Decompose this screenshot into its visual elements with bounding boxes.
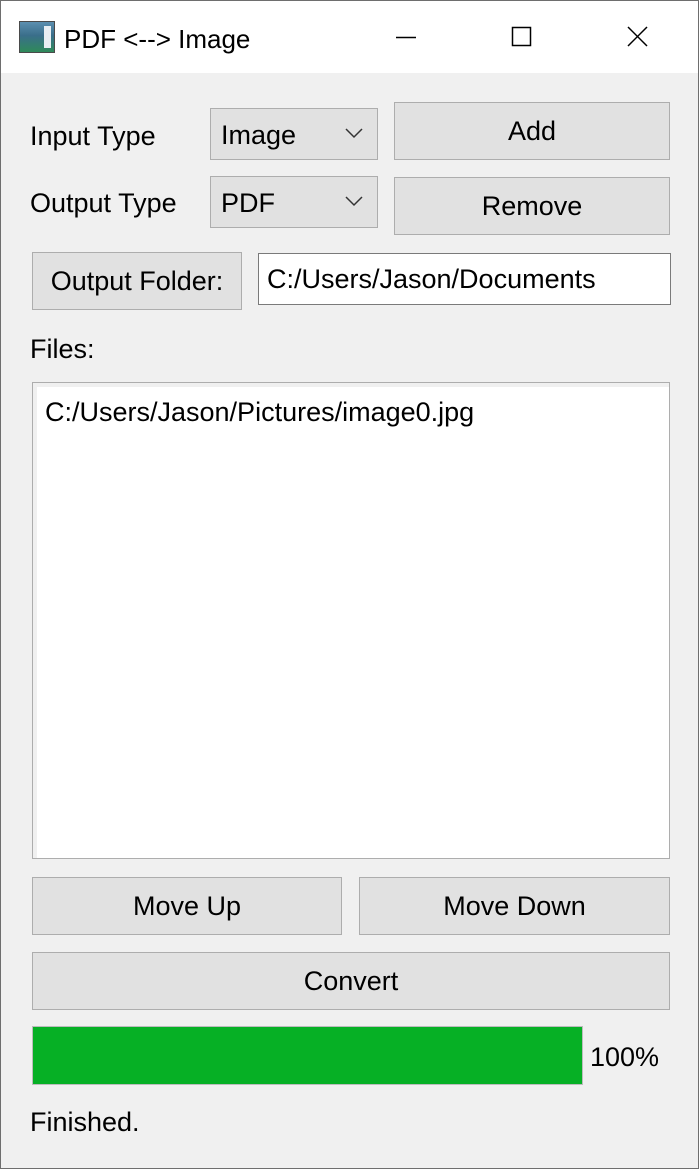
close-icon	[627, 26, 648, 47]
output-folder-button[interactable]: Output Folder:	[32, 252, 242, 310]
status-text: Finished.	[30, 1107, 140, 1137]
window-title: PDF <--> Image	[64, 24, 251, 54]
files-list[interactable]: C:/Users/Jason/Pictures/image0.jpg	[32, 382, 670, 859]
input-type-label: Input Type	[30, 121, 156, 151]
files-label: Files:	[30, 334, 95, 364]
minimize-icon	[396, 36, 416, 39]
app-window: PDF <--> Image Input Type Image Add Outp…	[0, 0, 699, 1169]
move-up-button[interactable]: Move Up	[32, 877, 342, 935]
chevron-down-icon	[345, 196, 363, 207]
move-down-button[interactable]: Move Down	[359, 877, 670, 935]
output-type-label: Output Type	[30, 188, 177, 218]
convert-button[interactable]: Convert	[32, 952, 670, 1010]
minimize-button[interactable]	[348, 1, 464, 73]
progress-fill	[33, 1027, 582, 1084]
maximize-button[interactable]	[464, 1, 580, 73]
output-type-select[interactable]: PDF	[210, 176, 378, 228]
close-button[interactable]	[580, 1, 696, 73]
app-icon	[19, 21, 55, 53]
title-bar[interactable]: PDF <--> Image	[1, 1, 698, 73]
progress-percent: 100%	[590, 1042, 660, 1072]
input-type-value: Image	[221, 120, 297, 150]
maximize-icon	[511, 26, 532, 47]
input-type-select[interactable]: Image	[210, 108, 378, 160]
list-item[interactable]: C:/Users/Jason/Pictures/image0.jpg	[45, 394, 474, 430]
add-button[interactable]: Add	[394, 102, 670, 160]
remove-button[interactable]: Remove	[394, 177, 670, 235]
progress-bar	[32, 1026, 583, 1085]
output-folder-field[interactable]: C:/Users/Jason/Documents	[258, 253, 671, 305]
output-type-value: PDF	[221, 188, 275, 218]
chevron-down-icon	[345, 128, 363, 139]
